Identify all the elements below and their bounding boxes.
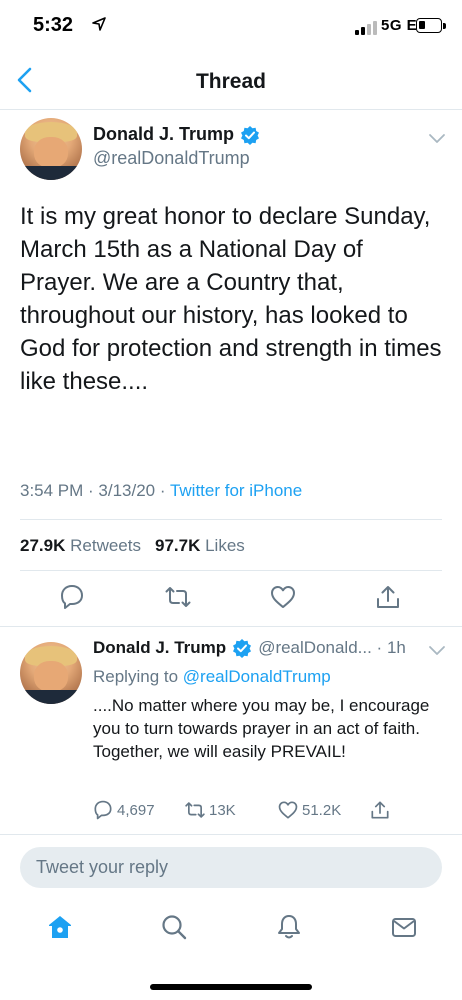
reply-count: 4,697 <box>117 801 155 819</box>
tweet-meta: 3:54 PM · 3/13/20 · Twitter for iPhone <box>20 481 302 501</box>
tweet-source[interactable]: Twitter for iPhone <box>170 481 302 500</box>
tweet-actions <box>0 584 462 620</box>
network-type: 5G E <box>381 17 418 34</box>
page-title: Thread <box>195 70 266 93</box>
retweet-icon[interactable] <box>165 584 191 610</box>
author-handle[interactable]: @realDonaldTrump <box>93 148 250 169</box>
like-heart-icon[interactable] <box>270 584 296 610</box>
like-count: 51.2K <box>302 801 342 819</box>
share-action[interactable] <box>370 800 390 820</box>
retweet-count: 13K <box>209 801 236 819</box>
likes-count[interactable]: 97.7K <box>155 536 200 555</box>
search-icon[interactable] <box>160 913 188 941</box>
like-heart-icon[interactable] <box>278 800 298 820</box>
home-indicator <box>150 984 312 990</box>
tweet-timestamp: 3:54 PM · 3/13/20 · <box>20 481 170 500</box>
replying-to-label: Replying to <box>93 667 179 686</box>
retweets-label[interactable]: Retweets <box>70 536 141 555</box>
retweets-count[interactable]: 27.9K <box>20 536 65 555</box>
reply-icon[interactable] <box>59 584 85 610</box>
tweet-text: It is my great honor to declare Sunday, … <box>20 203 442 395</box>
reply-input-container <box>20 847 442 888</box>
status-bar: 5:32 5G E <box>0 0 462 50</box>
cellular-signal-icon <box>355 21 377 35</box>
avatar[interactable] <box>20 118 82 180</box>
like-action[interactable]: 51.2K <box>278 800 341 820</box>
verified-badge-icon <box>241 125 260 145</box>
replying-to-handle[interactable]: @realDonaldTrump <box>183 667 331 686</box>
share-icon[interactable] <box>370 800 390 820</box>
verified-badge-icon <box>233 639 252 658</box>
divider <box>0 834 462 835</box>
engagement-counts: 27.9K Retweets 97.7K Likes <box>20 536 245 556</box>
replying-to: Replying to @realDonaldTrump <box>93 667 331 687</box>
reply-action[interactable]: 4,697 <box>93 800 155 820</box>
retweet-icon[interactable] <box>185 800 205 820</box>
reply-tweet-text: ....No matter where you may be, I encour… <box>93 696 430 761</box>
share-icon[interactable] <box>375 584 401 610</box>
nav-bar: Thread <box>0 50 462 110</box>
battery-icon <box>416 18 446 33</box>
avatar[interactable] <box>20 642 82 704</box>
reply-author-row: Donald J. Trump @realDonald... · 1h <box>93 638 406 658</box>
location-arrow-icon <box>92 17 106 31</box>
reply-tweet-actions: 4,697 13K 51.2K <box>0 800 462 824</box>
divider <box>0 626 462 627</box>
messages-envelope-icon[interactable] <box>390 913 418 941</box>
chevron-down-icon[interactable] <box>428 645 446 657</box>
divider <box>20 519 442 520</box>
reply-author-name[interactable]: Donald J. Trump <box>93 638 226 658</box>
reply-handle-time: @realDonald... · 1h <box>258 638 406 657</box>
chevron-down-icon[interactable] <box>428 133 446 145</box>
divider <box>20 570 442 571</box>
home-icon[interactable] <box>46 913 74 941</box>
retweet-action[interactable]: 13K <box>185 800 236 820</box>
reply-input[interactable] <box>20 847 442 888</box>
notifications-bell-icon[interactable] <box>275 913 303 941</box>
likes-label[interactable]: Likes <box>205 536 245 555</box>
author-name-row: Donald J. Trump <box>93 124 260 145</box>
tab-bar <box>0 905 462 955</box>
author-name[interactable]: Donald J. Trump <box>93 124 234 145</box>
status-time: 5:32 <box>33 14 74 36</box>
reply-icon[interactable] <box>93 800 113 820</box>
